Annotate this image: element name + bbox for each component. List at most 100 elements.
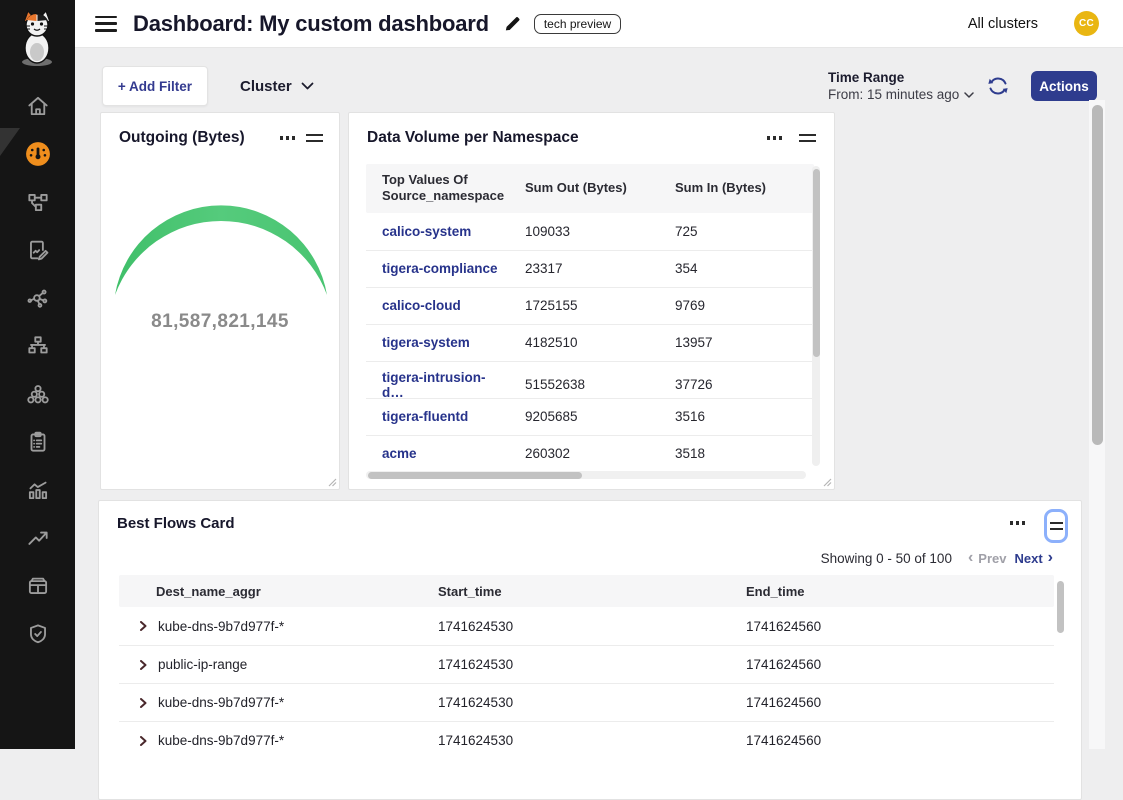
sidebar-item-policies[interactable] (0, 420, 75, 464)
edit-dashboard-button[interactable] (503, 14, 522, 33)
package-box-icon (25, 573, 51, 599)
table-header-row: Dest_name_aggr Start_time End_time (119, 575, 1054, 607)
namespace-link[interactable]: tigera-intrusion-d… (382, 370, 486, 400)
resize-handle-icon[interactable] (328, 478, 337, 487)
sum-in-value: 725 (659, 216, 814, 247)
sidebar-item-network-topology[interactable] (0, 324, 75, 368)
resize-handle-icon[interactable] (823, 478, 832, 487)
card-drag-handle-icon[interactable] (799, 134, 816, 142)
chevron-down-icon (301, 82, 314, 90)
table-header-row: Top Values Of Source_namespace Sum Out (… (366, 164, 814, 213)
chevron-left-icon: ‹ (968, 550, 973, 566)
sidebar-item-trends[interactable] (0, 516, 75, 560)
prev-page-button[interactable]: ‹Prev (968, 550, 1007, 566)
sidebar-item-service-graph[interactable] (0, 276, 75, 320)
sum-out-value: 1725155 (509, 290, 659, 321)
sum-out-value: 9205685 (509, 401, 659, 432)
next-page-button[interactable]: Next› (1014, 550, 1053, 566)
time-range-control: Time Range From: 15 minutes ago (828, 70, 974, 102)
chevron-down-icon (964, 92, 974, 98)
sidebar-item-dashboards[interactable] (0, 132, 75, 176)
actions-button[interactable]: Actions (1031, 71, 1097, 101)
column-header: End_time (709, 584, 1054, 599)
table-row: tigera-system 4182510 13957 (366, 324, 814, 361)
expand-row-chevron-icon[interactable] (138, 660, 148, 670)
sum-out-value: 4182510 (509, 327, 659, 358)
sum-out-value: 109033 (509, 216, 659, 247)
column-header: Top Values Of Source_namespace (366, 164, 509, 213)
expand-row-chevron-icon[interactable] (138, 621, 148, 631)
start-time: 1741624530 (401, 733, 709, 748)
card-menu-ellipsis-icon[interactable] (767, 136, 783, 140)
cluster-dropdown-label: Cluster (240, 78, 292, 95)
calico-cat-logo[interactable] (14, 10, 60, 68)
namespace-link[interactable]: tigera-system (382, 335, 470, 350)
pagination: Showing 0 - 50 of 100 ‹Prev Next› (821, 550, 1053, 566)
end-time: 1741624560 (709, 733, 1054, 748)
start-time: 1741624530 (401, 657, 709, 672)
table-row: calico-cloud 1725155 9769 (366, 287, 814, 324)
sum-in-value: 9769 (659, 290, 814, 321)
expand-row-chevron-icon[interactable] (138, 698, 148, 708)
sum-in-value: 13957 (659, 327, 814, 358)
column-header: Start_time (401, 584, 709, 599)
add-filter-button[interactable]: + Add Filter (102, 66, 208, 106)
pagination-status: Showing 0 - 50 of 100 (821, 551, 952, 566)
card-menu-ellipsis-icon[interactable] (1010, 521, 1026, 525)
sidebar-item-security[interactable] (0, 612, 75, 656)
table-vertical-scrollbar (1056, 577, 1064, 747)
refresh-icon (986, 74, 1010, 98)
dest-name: kube-dns-9b7d977f-* (158, 733, 284, 748)
trend-arrow-icon (25, 525, 51, 551)
network-nodes-icon (25, 189, 51, 215)
refresh-button[interactable] (986, 74, 1010, 98)
namespace-link[interactable]: tigera-compliance (382, 261, 498, 276)
chevron-right-icon: › (1048, 550, 1053, 566)
sidebar-item-reports[interactable] (0, 228, 75, 272)
menu-hamburger-icon[interactable] (95, 16, 117, 32)
namespace-link[interactable]: calico-cloud (382, 298, 461, 313)
scrollbar-thumb[interactable] (813, 169, 820, 357)
gauge-value: 81,587,821,145 (101, 311, 339, 333)
time-range-label: Time Range (828, 70, 974, 85)
sum-out-value: 51552638 (509, 369, 659, 400)
time-range-value[interactable]: From: 15 minutes ago (828, 87, 974, 102)
data-volume-table: Top Values Of Source_namespace Sum Out (… (366, 164, 814, 472)
service-graph-icon (25, 285, 51, 311)
namespace-link[interactable]: tigera-fluentd (382, 409, 468, 424)
expand-row-chevron-icon[interactable] (138, 736, 148, 746)
end-time: 1741624560 (709, 657, 1054, 672)
table-row: calico-system 109033 725 (366, 213, 814, 250)
sum-in-value: 3518 (659, 438, 814, 469)
all-clusters-selector[interactable]: All clusters (968, 16, 1038, 32)
start-time: 1741624530 (401, 619, 709, 634)
table-row: tigera-fluentd 9205685 3516 (366, 398, 814, 435)
start-time: 1741624530 (401, 695, 709, 710)
sidebar-item-home[interactable] (0, 84, 75, 128)
scrollbar-thumb[interactable] (1057, 581, 1064, 633)
scrollbar-thumb[interactable] (1092, 105, 1103, 445)
outgoing-bytes-card: Outgoing (Bytes) 81,587,821,145 (100, 112, 340, 490)
user-avatar[interactable]: CC (1074, 11, 1099, 36)
sidebar-item-network-paths[interactable] (0, 180, 75, 224)
network-tree-icon (25, 333, 51, 359)
card-menu-ellipsis-icon[interactable] (280, 136, 296, 140)
top-header: Dashboard: My custom dashboard tech prev… (75, 0, 1123, 48)
table-vertical-scrollbar (812, 166, 820, 466)
sidebar-item-statistics[interactable] (0, 468, 75, 512)
sum-out-value: 260302 (509, 438, 659, 469)
card-drag-handle-icon[interactable] (306, 134, 323, 142)
namespace-link[interactable]: calico-system (382, 224, 471, 239)
namespace-link[interactable]: acme (382, 446, 417, 461)
stats-chart-icon (25, 477, 51, 503)
cluster-dropdown[interactable]: Cluster (240, 66, 314, 106)
sum-in-value: 37726 (659, 369, 814, 400)
sidebar-item-clusters[interactable] (0, 372, 75, 416)
scrollbar-thumb[interactable] (368, 472, 582, 479)
sum-in-value: 3516 (659, 401, 814, 432)
end-time: 1741624560 (709, 695, 1054, 710)
card-drag-handle-focused[interactable] (1044, 509, 1068, 543)
table-row: kube-dns-9b7d977f-* 1741624530 174162456… (119, 683, 1054, 721)
best-flows-table: Dest_name_aggr Start_time End_time kube-… (119, 575, 1054, 759)
sidebar-item-packages[interactable] (0, 564, 75, 608)
